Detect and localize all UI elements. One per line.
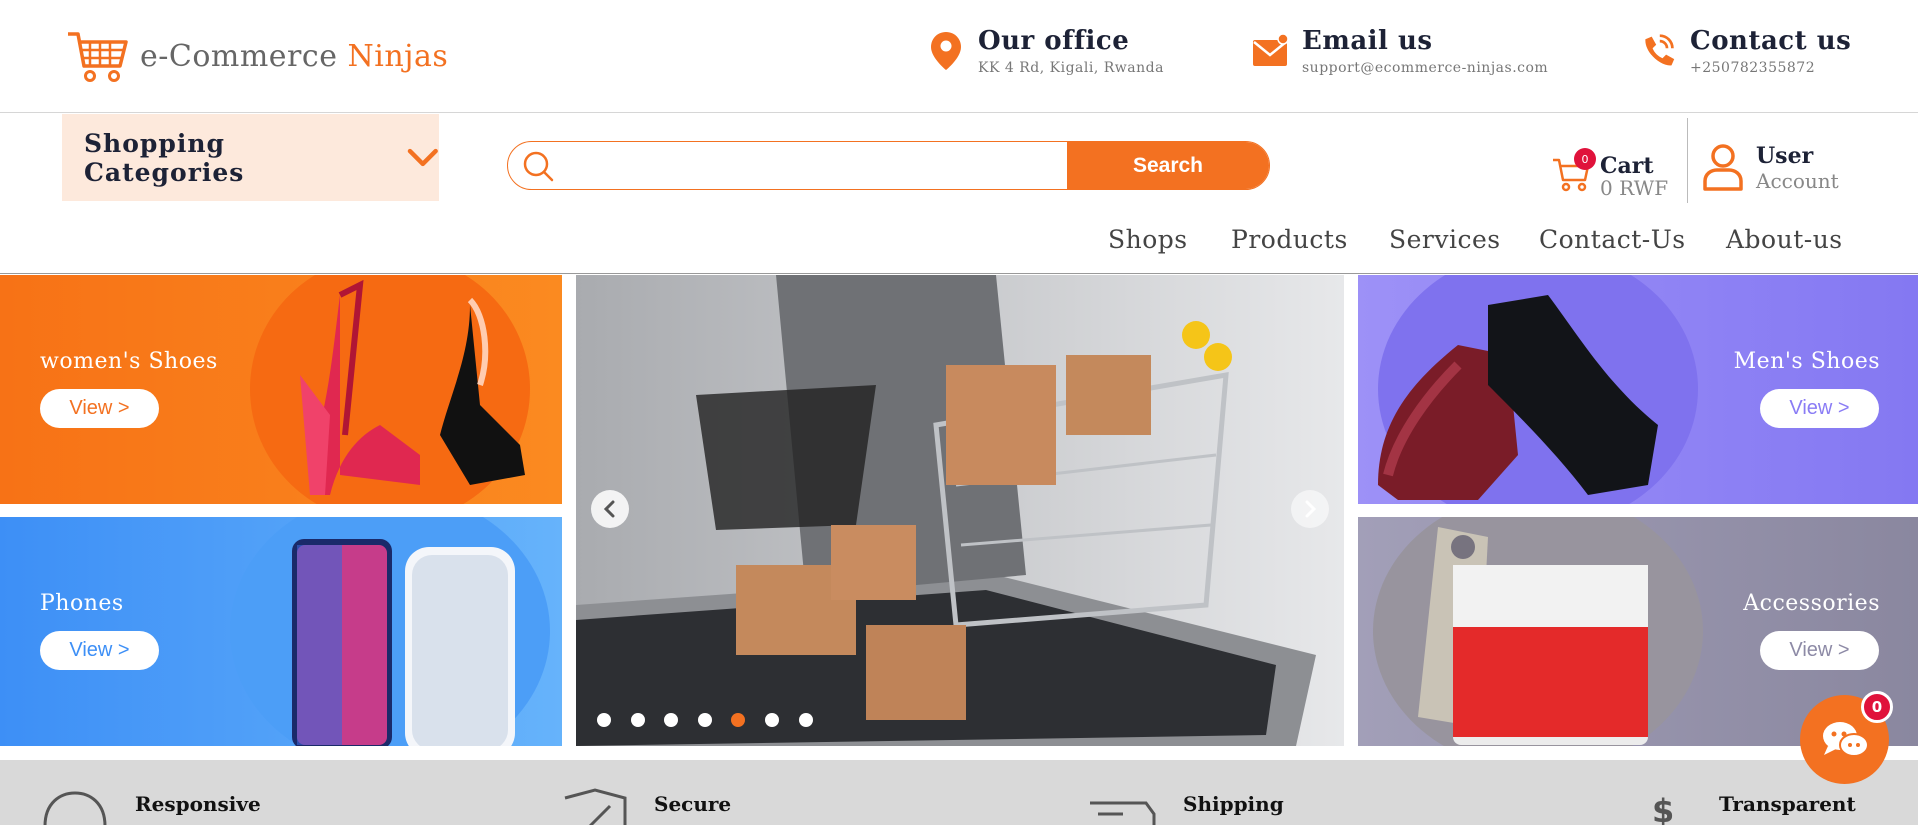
slider-dot-active[interactable] [731,713,746,727]
search-icon [508,142,568,189]
user-sub-label: Account [1756,169,1839,193]
feature-responsive: Responsive [135,792,261,816]
cart-amount: 0 RWF [1600,176,1669,200]
chevron-right-icon [1305,500,1317,518]
womens-shoes-label: women's Shoes [40,349,218,374]
phones-tile[interactable]: Phones View > [0,517,562,746]
cart-button[interactable]: 0 Cart 0 RWF [1552,148,1672,200]
user-account-button[interactable]: User Account [1702,143,1839,193]
email-info: Email us support@ecommerce-ninjas.com [1252,26,1548,76]
nav-shops[interactable]: Shops [1108,225,1188,254]
email-address[interactable]: support@ecommerce-ninjas.com [1302,60,1548,76]
toolbar-divider [1687,118,1688,203]
hero-slider [576,275,1344,746]
user-label: User [1756,143,1814,169]
contact-title: Contact us [1690,26,1852,56]
search-button[interactable]: Search [1067,142,1269,189]
accessories-label: Accessories [1743,591,1880,616]
user-icon [1703,144,1743,191]
shopping-categories-button[interactable]: Shopping Categories [62,114,439,201]
feature-secure: Secure [654,792,732,816]
features-strip: Responsive Secure Shipping $ Transparent [0,760,1918,825]
slider-dot[interactable] [597,713,611,727]
slider-prev-button[interactable] [591,490,629,528]
slider-dot[interactable] [630,713,645,727]
womens-shoes-view-button[interactable]: View > [40,389,159,428]
hero-slide-image [576,275,1344,746]
slider-dot[interactable] [798,713,813,727]
truck-icon [1090,801,1156,825]
mens-shoes-tile[interactable]: Men's Shoes View > [1358,275,1918,504]
feature-transparent: Transparent [1719,792,1856,816]
slider-dots [597,713,832,727]
chevron-down-icon [408,148,439,166]
cart-logo-icon [68,32,128,82]
feature-shipping: Shipping [1183,792,1284,816]
office-info: Our office KK 4 Rd, Kigali, Rwanda [928,26,1164,76]
site-logo[interactable]: e-Commerce Ninjas [66,28,448,84]
accessories-view-button[interactable]: View > [1760,631,1879,670]
search-input[interactable] [568,142,1067,189]
nav-about-us[interactable]: About-us [1726,225,1843,254]
svg-text:$: $ [1652,792,1674,825]
shopping-categories-label: Shopping Categories [84,128,245,187]
envelope-icon [1253,33,1288,66]
office-address: KK 4 Rd, Kigali, Rwanda [978,60,1164,76]
phone-ringing-icon [1645,34,1675,66]
shield-icon [564,788,627,825]
mens-shoes-view-button[interactable]: View > [1760,389,1879,428]
dollar-icon: $ [1652,792,1674,825]
nav-services[interactable]: Services [1389,225,1501,254]
email-title: Email us [1302,26,1433,56]
chat-bubbles-icon [1822,721,1869,757]
chat-button[interactable]: 0 [1800,691,1893,784]
slider-dot[interactable] [697,713,712,727]
phones-view-button[interactable]: View > [40,631,159,670]
top-header: e-Commerce Ninjas Our office KK 4 Rd, Ki… [0,0,1918,113]
logo-text-main: e-Commerce [140,38,338,74]
nav-products[interactable]: Products [1231,225,1348,254]
logo-text: e-Commerce Ninjas [140,39,448,74]
nav-contact-us[interactable]: Contact-Us [1539,225,1686,254]
office-title: Our office [978,26,1130,56]
headset-icon [43,791,107,825]
nav-divider [0,273,1918,274]
location-pin-icon [931,32,961,70]
contact-info: Contact us +250782355872 [1640,26,1851,76]
contact-phone[interactable]: +250782355872 [1690,60,1851,76]
chevron-left-icon [603,500,615,518]
slider-next-button[interactable] [1291,490,1329,528]
phones-label: Phones [40,591,124,616]
slider-dot[interactable] [664,713,679,727]
cart-count-badge: 0 [1574,148,1596,170]
mens-shoes-label: Men's Shoes [1733,349,1880,374]
slider-dot[interactable] [764,713,779,727]
logo-text-accent: Ninjas [347,38,449,74]
chat-badge: 0 [1861,691,1893,723]
search-bar: Search [507,141,1270,190]
womens-shoes-tile[interactable]: women's Shoes View > [0,275,562,504]
